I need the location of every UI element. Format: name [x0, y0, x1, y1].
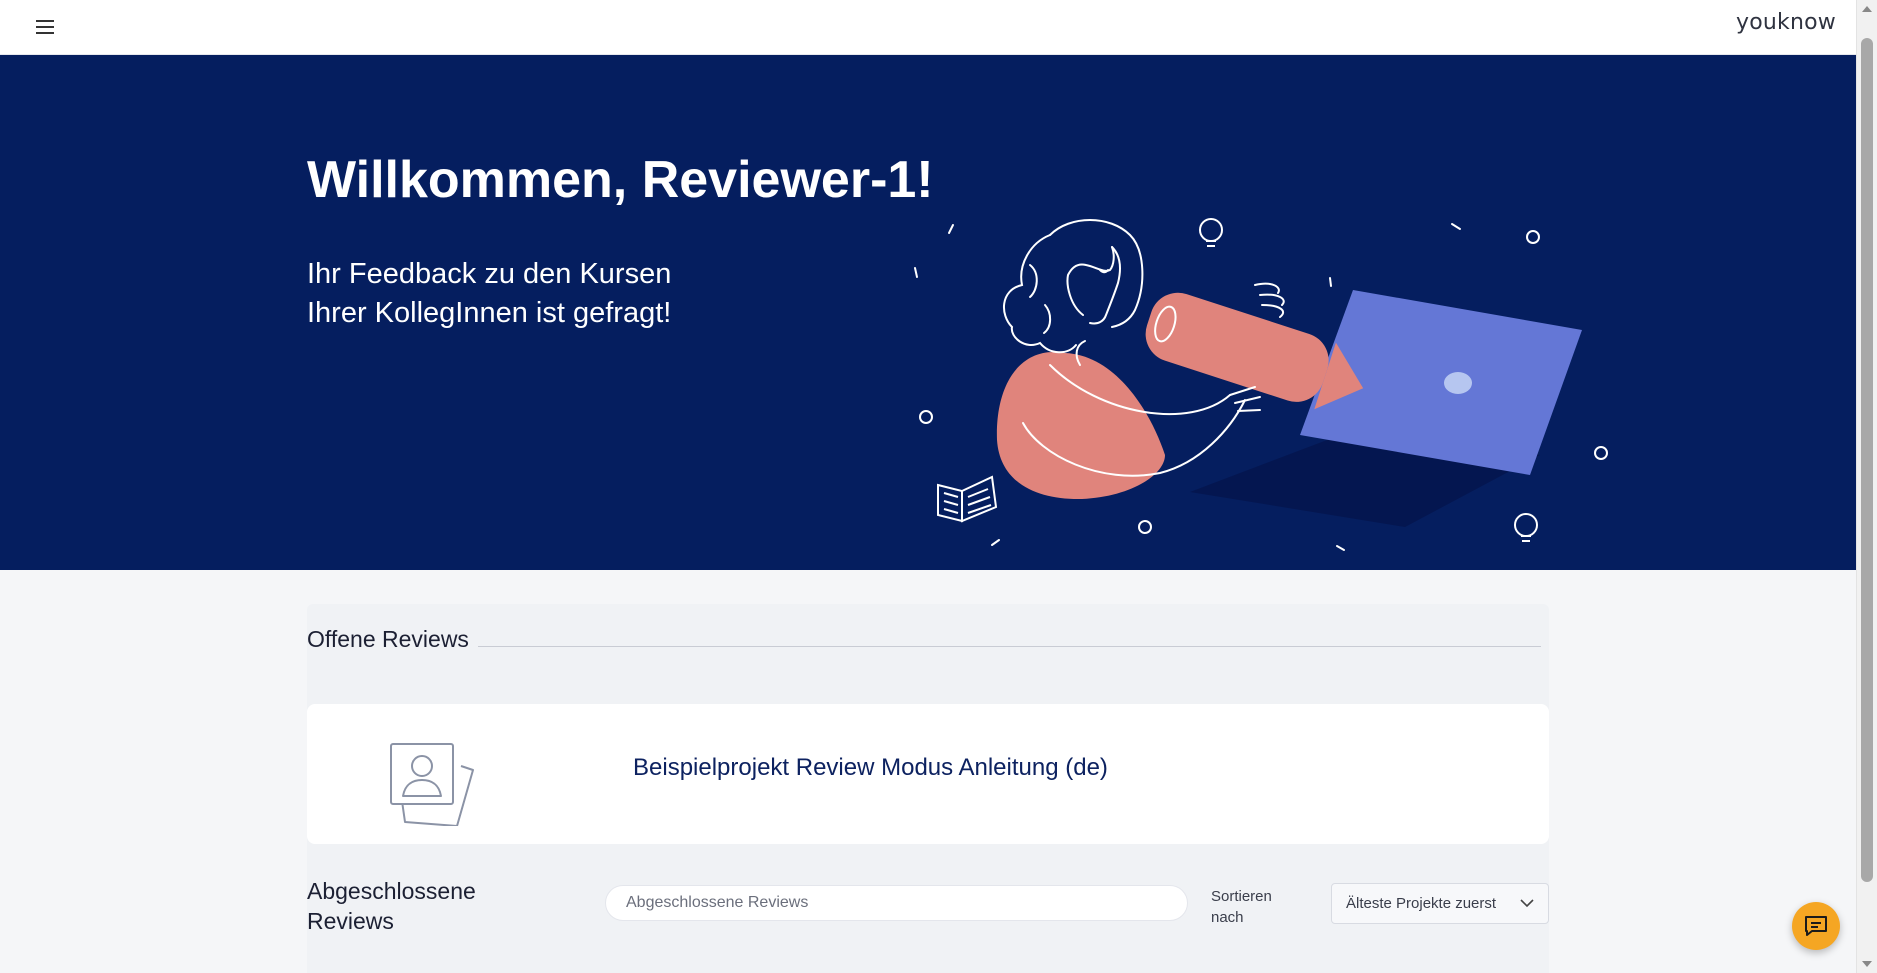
- sort-selected-value: Älteste Projekte zuerst: [1346, 895, 1497, 912]
- completed-reviews-title-line2: Reviews: [307, 908, 394, 934]
- chat-button[interactable]: [1792, 902, 1840, 950]
- section-divider: [478, 646, 1541, 647]
- review-card[interactable]: Beispielprojekt Review Modus Anleitung (…: [307, 704, 1549, 844]
- hero-subtitle: Ihr Feedback zu den Kursen Ihrer KollegI…: [307, 255, 671, 333]
- hero-subtitle-line1: Ihr Feedback zu den Kursen: [307, 258, 672, 290]
- open-reviews-header: Offene Reviews: [307, 626, 1549, 666]
- sort-label-line1: Sortieren: [1211, 888, 1272, 905]
- top-bar: youknow: [0, 0, 1856, 55]
- completed-reviews-title-line1: Abgeschlossene: [307, 878, 476, 904]
- hamburger-menu-icon: [36, 20, 54, 34]
- menu-button[interactable]: [30, 12, 60, 42]
- hero-subtitle-line2: Ihrer KollegInnen ist gefragt!: [307, 297, 672, 329]
- main-content: Offene Reviews Beispielprojekt Review Mo…: [0, 570, 1856, 973]
- review-title[interactable]: Beispielprojekt Review Modus Anleitung (…: [633, 754, 1108, 782]
- scroll-down-arrow-icon[interactable]: [1862, 961, 1872, 967]
- open-reviews-title: Offene Reviews: [307, 626, 469, 652]
- scroll-up-arrow-icon[interactable]: [1862, 6, 1872, 12]
- brand-logo[interactable]: youknow: [1736, 10, 1836, 35]
- chevron-down-icon: [1520, 899, 1534, 908]
- sort-dropdown[interactable]: Älteste Projekte zuerst: [1331, 883, 1549, 924]
- completed-reviews-section: Abgeschlossene Reviews Sortieren nach Äl…: [307, 856, 1549, 973]
- sort-label: Sortieren nach: [1211, 886, 1291, 928]
- profile-card-placeholder-icon: [390, 743, 474, 826]
- page-scrollbar[interactable]: [1856, 0, 1877, 973]
- reviews-panel: Offene Reviews Beispielprojekt Review Mo…: [307, 604, 1549, 973]
- completed-reviews-search-input[interactable]: [605, 885, 1188, 921]
- sort-label-line2: nach: [1211, 909, 1244, 926]
- completed-reviews-title: Abgeschlossene Reviews: [307, 876, 497, 936]
- chat-bubble-icon: [1805, 916, 1827, 936]
- scrollbar-thumb[interactable]: [1861, 38, 1873, 882]
- welcome-title: Willkommen, Reviewer-1!: [307, 151, 934, 209]
- hero-banner: Willkommen, Reviewer-1! Ihr Feedback zu …: [0, 55, 1856, 570]
- person-with-pencil-and-laptop-illustration: [914, 218, 1608, 551]
